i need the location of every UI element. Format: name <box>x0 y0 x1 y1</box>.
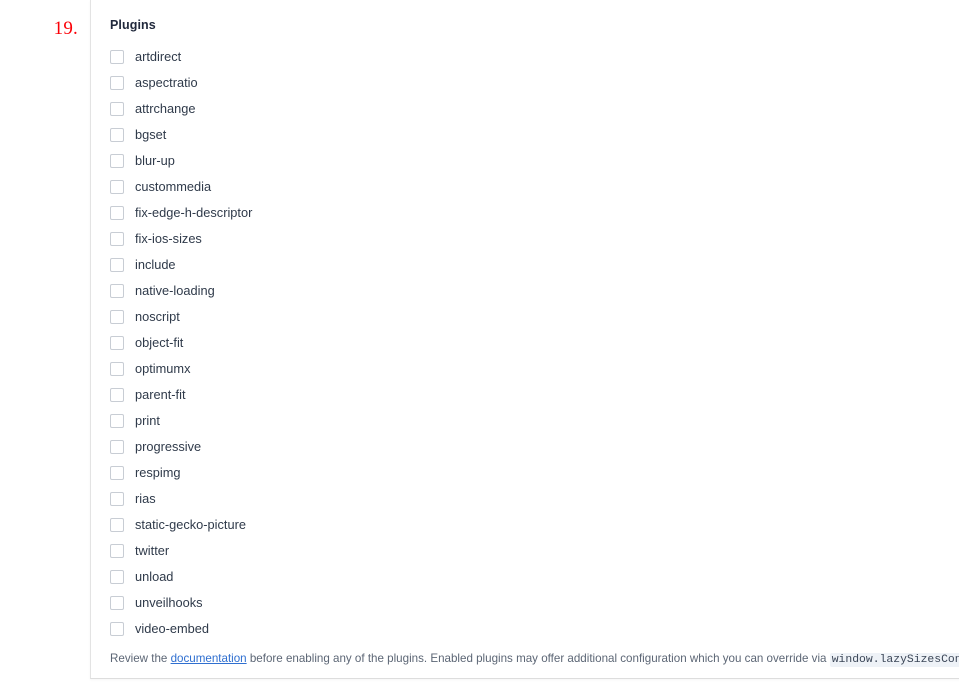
checkbox-progressive[interactable] <box>110 440 124 454</box>
checkbox-artdirect[interactable] <box>110 50 124 64</box>
checkbox-fix-ios-sizes[interactable] <box>110 232 124 246</box>
plugin-label[interactable]: fix-edge-h-descriptor <box>135 206 252 220</box>
plugin-label[interactable]: object-fit <box>135 336 183 350</box>
checkbox-unload[interactable] <box>110 570 124 584</box>
plugin-row: blur-up <box>110 148 959 174</box>
plugin-row: unveilhooks <box>110 590 959 616</box>
plugin-row: fix-edge-h-descriptor <box>110 200 959 226</box>
plugin-row: object-fit <box>110 330 959 356</box>
plugins-section-title: Plugins <box>110 18 156 32</box>
annotation-marker-19: 19. <box>53 18 78 39</box>
plugin-label[interactable]: static-gecko-picture <box>135 518 246 532</box>
footer-text-before-link: Review the <box>110 652 171 665</box>
checkbox-include[interactable] <box>110 258 124 272</box>
plugin-row: print <box>110 408 959 434</box>
plugin-row: twitter <box>110 538 959 564</box>
plugin-label[interactable]: video-embed <box>135 622 209 636</box>
plugin-row: fix-ios-sizes <box>110 226 959 252</box>
plugin-row: bgset <box>110 122 959 148</box>
plugin-label[interactable]: bgset <box>135 128 166 142</box>
plugin-row: native-loading <box>110 278 959 304</box>
plugin-row: optimumx <box>110 356 959 382</box>
footer-text-after-link: before enabling any of the plugins. Enab… <box>246 652 830 665</box>
lazysizes-config-code: window.lazySizesConfig <box>829 653 959 667</box>
checkbox-bgset[interactable] <box>110 128 124 142</box>
plugins-settings-panel: Plugins artdirect aspectratio attrchange bg… <box>90 0 959 679</box>
plugin-row: custommedia <box>110 174 959 200</box>
plugin-row: rias <box>110 486 959 512</box>
plugin-label[interactable]: print <box>135 414 160 428</box>
checkbox-print[interactable] <box>110 414 124 428</box>
plugin-row: include <box>110 252 959 278</box>
checkbox-parent-fit[interactable] <box>110 388 124 402</box>
checkbox-custommedia[interactable] <box>110 180 124 194</box>
checkbox-object-fit[interactable] <box>110 336 124 350</box>
checkbox-twitter[interactable] <box>110 544 124 558</box>
plugin-row: static-gecko-picture <box>110 512 959 538</box>
checkbox-unveilhooks[interactable] <box>110 596 124 610</box>
plugin-row: respimg <box>110 460 959 486</box>
plugin-label[interactable]: fix-ios-sizes <box>135 232 202 246</box>
plugin-row: progressive <box>110 434 959 460</box>
plugin-label[interactable]: rias <box>135 492 156 506</box>
checkbox-blur-up[interactable] <box>110 154 124 168</box>
plugin-label[interactable]: respimg <box>135 466 181 480</box>
plugin-label[interactable]: progressive <box>135 440 201 454</box>
plugin-label[interactable]: include <box>135 258 176 272</box>
plugins-footer-note: Review the documentation before enabling… <box>110 651 959 669</box>
panel-content: Plugins artdirect aspectratio attrchange bg… <box>91 0 959 669</box>
checkbox-rias[interactable] <box>110 492 124 506</box>
checkbox-native-loading[interactable] <box>110 284 124 298</box>
plugin-row: parent-fit <box>110 382 959 408</box>
plugin-row: video-embed <box>110 616 959 642</box>
plugin-label[interactable]: noscript <box>135 310 180 324</box>
plugin-row: attrchange <box>110 96 959 122</box>
checkbox-optimumx[interactable] <box>110 362 124 376</box>
checkbox-attrchange[interactable] <box>110 102 124 116</box>
plugin-label[interactable]: attrchange <box>135 102 195 116</box>
plugin-row: noscript <box>110 304 959 330</box>
plugin-checkbox-list: artdirect aspectratio attrchange bgset blur-… <box>110 44 959 642</box>
plugin-row: unload <box>110 564 959 590</box>
plugin-label[interactable]: custommedia <box>135 180 211 194</box>
plugin-label[interactable]: twitter <box>135 544 169 558</box>
plugin-label[interactable]: native-loading <box>135 284 215 298</box>
checkbox-video-embed[interactable] <box>110 622 124 636</box>
plugin-label[interactable]: parent-fit <box>135 388 186 402</box>
checkbox-noscript[interactable] <box>110 310 124 324</box>
plugin-label[interactable]: unveilhooks <box>135 596 203 610</box>
checkbox-fix-edge-h-descriptor[interactable] <box>110 206 124 220</box>
plugin-row: aspectratio <box>110 70 959 96</box>
checkbox-aspectratio[interactable] <box>110 76 124 90</box>
plugin-label[interactable]: artdirect <box>135 50 181 64</box>
plugin-label[interactable]: unload <box>135 570 173 584</box>
plugin-label[interactable]: aspectratio <box>135 76 198 90</box>
plugin-row: artdirect <box>110 44 959 70</box>
documentation-link[interactable]: documentation <box>171 652 247 665</box>
checkbox-static-gecko-picture[interactable] <box>110 518 124 532</box>
plugin-label[interactable]: optimumx <box>135 362 190 376</box>
plugin-label[interactable]: blur-up <box>135 154 175 168</box>
checkbox-respimg[interactable] <box>110 466 124 480</box>
